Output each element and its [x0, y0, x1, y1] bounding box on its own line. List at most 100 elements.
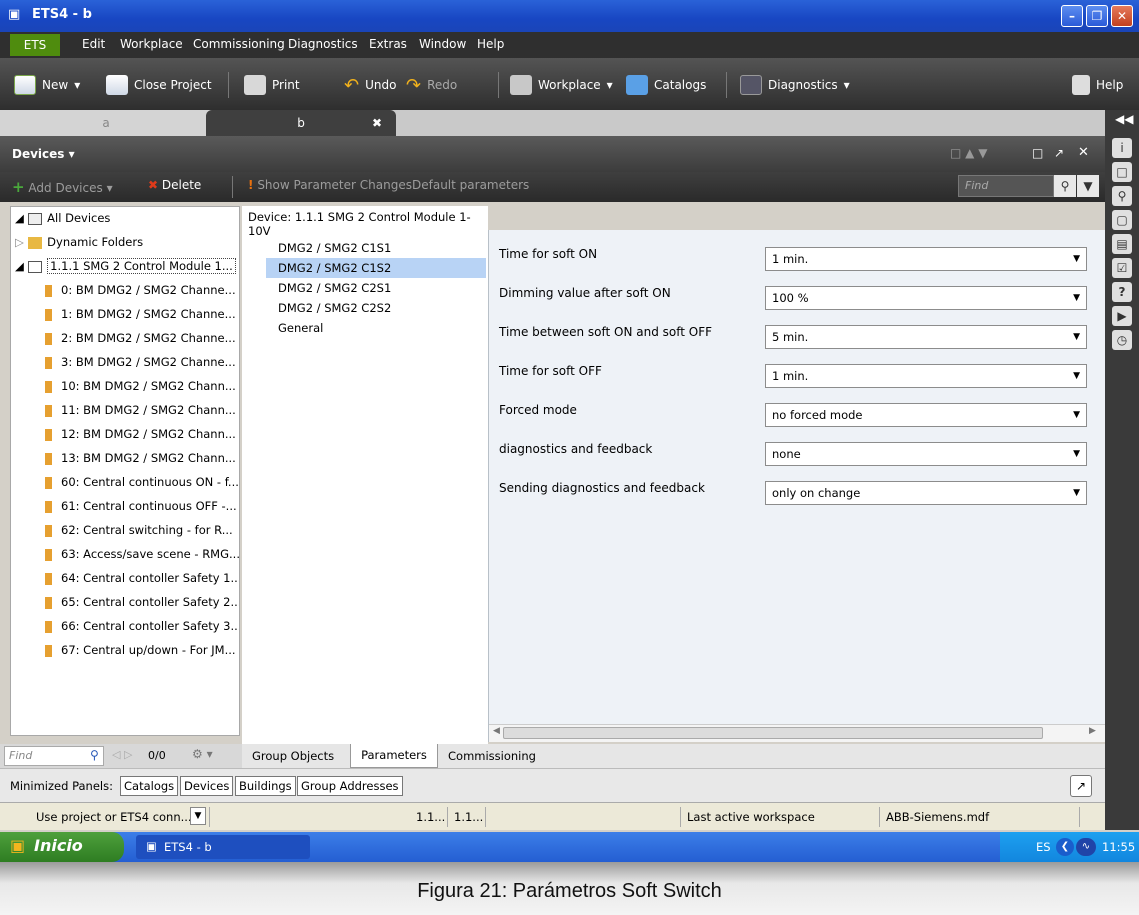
tree-item-group-object[interactable]: 67: Central up/down - For JM...	[45, 639, 236, 661]
parameter-group-item[interactable]: DMG2 / SMG2 C1S1	[266, 238, 486, 258]
parameter-group-item[interactable]: DMG2 / SMG2 C2S1	[266, 278, 486, 298]
restore-button[interactable]: ❐	[1086, 5, 1108, 27]
collapse-sidebar-icon[interactable]: ◀◀	[1115, 112, 1133, 126]
menu-ets[interactable]: ETS	[10, 34, 60, 56]
menu-window[interactable]: Window	[419, 37, 466, 51]
collapse-arrow-icon: ◢	[15, 211, 24, 225]
tree-item-group-object[interactable]: 64: Central contoller Safety 1...	[45, 567, 239, 589]
horizontal-scrollbar[interactable]: ◀ ▶	[489, 724, 1106, 742]
search-icon[interactable]: ⚲	[90, 748, 99, 762]
group-addresses-panel-button[interactable]: Group Addresses	[297, 776, 403, 796]
tree-item-label: 12: BM DMG2 / SMG2 Chann...	[61, 427, 236, 441]
close-tab-icon[interactable]: ✖	[372, 110, 382, 136]
tree-item-dynamic-folders[interactable]: ▷ Dynamic Folders	[15, 231, 143, 253]
menu-commissioning[interactable]: Commissioning	[193, 37, 285, 51]
tree-item-group-object[interactable]: 66: Central contoller Safety 3...	[45, 615, 239, 637]
default-parameters-button[interactable]: Default parameters	[412, 178, 529, 192]
parameter-dropdown[interactable]: 5 min. ▼	[765, 325, 1087, 349]
parameter-dropdown[interactable]: none ▼	[765, 442, 1087, 466]
diagnostics-button[interactable]: Diagnostics ▾	[740, 72, 850, 98]
filter-icon[interactable]: ▼	[1077, 175, 1099, 197]
tree-item-group-object[interactable]: 61: Central continuous OFF -...	[45, 495, 237, 517]
devices-find-input[interactable]: Find	[958, 175, 1054, 197]
parameter-dropdown[interactable]: 100 % ▼	[765, 286, 1087, 310]
search-icon[interactable]: ⚲	[1054, 175, 1076, 197]
workplace-button[interactable]: Workplace ▾	[510, 72, 613, 98]
tree-item-group-object[interactable]: 11: BM DMG2 / SMG2 Chann...	[45, 399, 236, 421]
search-icon[interactable]: ⚲	[1112, 186, 1132, 206]
checklist-icon[interactable]: ☑	[1112, 258, 1132, 278]
play-icon[interactable]: ▶	[1112, 306, 1132, 326]
menu-help[interactable]: Help	[477, 37, 504, 51]
tree-item-group-object[interactable]: 3: BM DMG2 / SMG2 Channe...	[45, 351, 236, 373]
gear-icon[interactable]: ⚙ ▾	[192, 747, 213, 761]
tab-b[interactable]: b ✖	[206, 110, 396, 136]
info-icon[interactable]: i	[1112, 138, 1132, 158]
parameter-dropdown[interactable]: 1 min. ▼	[765, 247, 1087, 271]
close-project-button[interactable]: Close Project	[106, 72, 212, 98]
tree-item-group-object[interactable]: 12: BM DMG2 / SMG2 Chann...	[45, 423, 236, 445]
parameter-dropdown[interactable]: 1 min. ▼	[765, 364, 1087, 388]
panel-window-icons[interactable]: □ ▲ ▼	[950, 146, 987, 160]
parameter-label: Forced mode	[499, 403, 577, 417]
tree-item-group-object[interactable]: 13: BM DMG2 / SMG2 Chann...	[45, 447, 236, 469]
tab-parameters[interactable]: Parameters	[350, 744, 438, 768]
find-prev-next-icons[interactable]: ◁ ▷	[112, 748, 132, 761]
scrollbar-thumb[interactable]	[503, 727, 1043, 739]
add-devices-button[interactable]: + Add Devices ▾	[12, 178, 113, 196]
tree-item-group-object[interactable]: 60: Central continuous ON - f...	[45, 471, 239, 493]
menu-diagnostics[interactable]: Diagnostics	[288, 37, 358, 51]
buildings-panel-button[interactable]: Buildings	[235, 776, 296, 796]
tree-find-input[interactable]: Find	[4, 746, 104, 766]
minimize-button[interactable]: –	[1061, 5, 1083, 27]
delete-button[interactable]: ✖ Delete	[148, 178, 201, 192]
tree-item-device[interactable]: ◢ 1.1.1 SMG 2 Control Module 1...	[15, 255, 236, 277]
start-button[interactable]: ▣ Inicio	[0, 832, 124, 862]
tree-item-group-object[interactable]: 10: BM DMG2 / SMG2 Chann...	[45, 375, 236, 397]
catalogs-panel-button[interactable]: Catalogs	[120, 776, 179, 796]
help-button[interactable]: Help	[1072, 72, 1123, 98]
tree-item-group-object[interactable]: 0: BM DMG2 / SMG2 Channe...	[45, 279, 236, 301]
panel-close-icon[interactable]: ✕	[1078, 145, 1089, 160]
parameter-group-item[interactable]: General	[266, 318, 486, 338]
window-icon[interactable]: ▢	[1112, 210, 1132, 230]
tab-a[interactable]: a	[0, 110, 212, 136]
folder-icon[interactable]: □	[1112, 162, 1132, 182]
taskbar-window-ets4[interactable]: ▣ ETS4 - b	[136, 835, 310, 859]
book-icon[interactable]: ▤	[1112, 234, 1132, 254]
panel-float-icon[interactable]: □	[1032, 146, 1043, 160]
new-button[interactable]: New ▾	[14, 72, 80, 98]
close-window-button[interactable]: ✕	[1111, 5, 1133, 27]
devices-panel-title[interactable]: Devices ▾	[12, 147, 75, 161]
tree-item-all-devices[interactable]: ◢ All Devices	[15, 207, 110, 229]
parameter-group-item[interactable]: DMG2 / SMG2 C1S2	[266, 258, 486, 278]
tree-item-group-object[interactable]: 2: BM DMG2 / SMG2 Channe...	[45, 327, 236, 349]
parameter-dropdown[interactable]: no forced mode ▼	[765, 403, 1087, 427]
tab-group-objects[interactable]: Group Objects	[252, 749, 334, 763]
tree-item-group-object[interactable]: 62: Central switching - for R...	[45, 519, 233, 541]
show-parameter-changes-button[interactable]: ! Show Parameter Changes	[248, 178, 412, 192]
panel-minimize-icon[interactable]: ↗	[1054, 146, 1064, 160]
tree-item-group-object[interactable]: 1: BM DMG2 / SMG2 Channe...	[45, 303, 236, 325]
devices-panel-button[interactable]: Devices	[180, 776, 234, 796]
parameter-dropdown[interactable]: only on change ▼	[765, 481, 1087, 505]
chevron-down-icon: ▼	[190, 807, 206, 825]
redo-button[interactable]: ↷ Redo	[406, 72, 457, 98]
print-button[interactable]: Print	[244, 72, 300, 98]
catalogs-button[interactable]: Catalogs	[626, 72, 706, 98]
menu-extras[interactable]: Extras	[369, 37, 407, 51]
menu-workplace[interactable]: Workplace	[120, 37, 183, 51]
help-icon[interactable]: ?	[1112, 282, 1132, 302]
tree-item-group-object[interactable]: 65: Central contoller Safety 2...	[45, 591, 239, 613]
language-indicator[interactable]: ES	[1036, 840, 1051, 854]
tray-arrow-icon[interactable]: ❮	[1056, 838, 1074, 856]
tree-item-group-object[interactable]: 63: Access/save scene - RMG...	[45, 543, 239, 565]
tab-commissioning[interactable]: Commissioning	[448, 749, 536, 763]
connection-status[interactable]: Use project or ETS4 conn... ▼	[30, 807, 210, 827]
restore-panel-icon[interactable]: ↗	[1070, 775, 1092, 797]
network-icon[interactable]: ∿	[1076, 838, 1096, 856]
undo-button[interactable]: ↶ Undo	[344, 72, 396, 98]
parameter-group-item[interactable]: DMG2 / SMG2 C2S2	[266, 298, 486, 318]
clock-icon[interactable]: ◷	[1112, 330, 1132, 350]
menu-edit[interactable]: Edit	[82, 37, 105, 51]
